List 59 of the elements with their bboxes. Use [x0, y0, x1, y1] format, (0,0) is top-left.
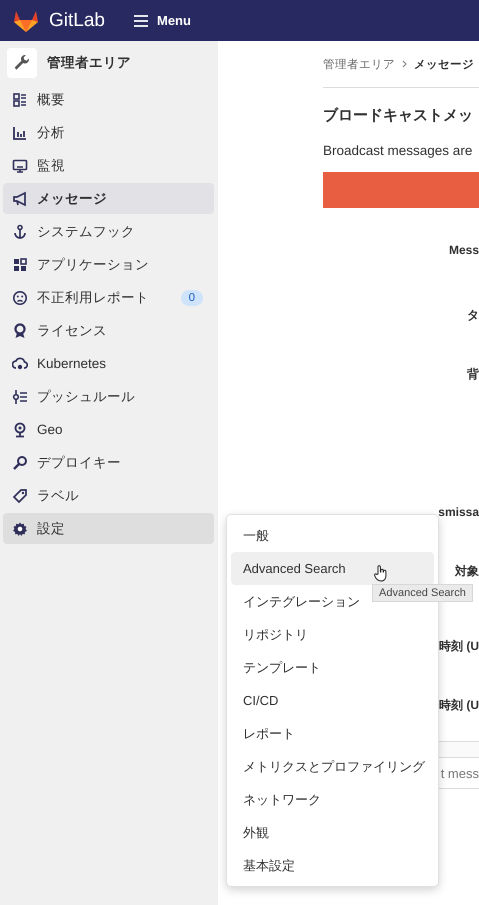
key-icon	[12, 454, 28, 470]
menu-icon	[132, 14, 149, 26]
sidebar-item[interactable]: 概要	[3, 84, 214, 115]
logo-text[interactable]: GitLab	[49, 10, 105, 32]
flyout-menu-item[interactable]: CI/CD	[231, 684, 434, 717]
flyout-menu-item[interactable]: リポジトリ	[231, 618, 434, 651]
grid-icon	[12, 256, 28, 272]
sidebar-item[interactable]: メッセージ	[3, 183, 214, 214]
sidebar-item[interactable]: 監視	[3, 150, 214, 181]
sidebar-header[interactable]: 管理者エリア	[47, 54, 131, 72]
sidebar-item[interactable]: 不正利用レポート 0	[3, 282, 214, 313]
flyout-menu-item[interactable]: Advanced Search	[231, 552, 434, 585]
form-label: タ	[467, 307, 479, 323]
flyout-menu-item[interactable]: テンプレート	[231, 651, 434, 684]
sidebar-item[interactable]: ライセンス	[3, 315, 214, 346]
anchor-icon	[12, 224, 28, 240]
sidebar-item[interactable]: デプロイキー	[3, 447, 214, 478]
breadcrumb-current[interactable]: メッセージ	[414, 56, 474, 72]
hand-cursor-icon	[374, 565, 388, 582]
tag-icon	[12, 488, 28, 504]
flyout-menu-item[interactable]: 一般	[231, 519, 434, 552]
fox-logo-icon[interactable]	[13, 8, 39, 32]
sidebar-item[interactable]: 設定	[3, 513, 214, 544]
megaphone-icon	[12, 190, 28, 206]
settings-icon	[12, 520, 28, 536]
sidebar-item[interactable]: アプリケーション	[3, 249, 214, 280]
sidebar-item[interactable]: 分析	[3, 117, 214, 148]
location-pin-icon	[12, 422, 28, 438]
page-description: Broadcast messages are	[323, 143, 474, 158]
list-icon	[12, 92, 28, 108]
ribbon-icon	[12, 322, 28, 338]
flyout-menu-item[interactable]: 外観	[231, 816, 434, 849]
table-cell: t mess	[440, 766, 479, 781]
form-label: 背	[467, 366, 479, 382]
breadcrumb-link[interactable]: 管理者エリア	[323, 56, 395, 72]
sidebar-item[interactable]: ラベル	[3, 480, 214, 511]
form-label: smissa	[438, 504, 479, 520]
bar-chart-icon	[12, 124, 28, 140]
sidebar-item[interactable]: プッシュルール	[3, 381, 214, 412]
sad-face-icon	[12, 290, 28, 306]
form-label: 対象	[455, 563, 479, 579]
sliders-icon	[12, 388, 28, 404]
chevron-icon	[402, 60, 407, 68]
flyout-menu-item[interactable]: ネットワーク	[231, 783, 434, 816]
menu-button[interactable]: Menu	[128, 9, 195, 32]
flyout-menu-item[interactable]: 基本設定	[231, 849, 434, 882]
form-label: 時刻 (U	[439, 697, 479, 713]
tooltip: Advanced Search	[372, 584, 473, 602]
wrench-icon	[7, 48, 37, 78]
form-label: 時刻 (U	[439, 638, 479, 654]
flyout-menu-item[interactable]: メトリクスとプロファイリング	[231, 750, 434, 783]
page-title: ブロードキャストメッ	[323, 106, 474, 125]
sidebar-item[interactable]: システムフック	[3, 216, 214, 247]
sidebar-item[interactable]: Geo	[3, 414, 214, 445]
form-label: Mess	[448, 242, 479, 258]
flyout-menu-item[interactable]: レポート	[231, 717, 434, 750]
sidebar-item[interactable]: Kubernetes	[3, 348, 214, 379]
cloud-icon	[12, 356, 28, 372]
monitor-icon	[12, 158, 28, 174]
